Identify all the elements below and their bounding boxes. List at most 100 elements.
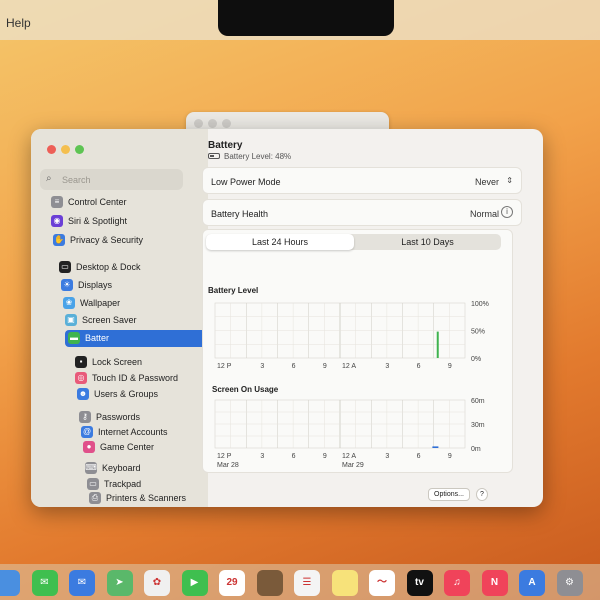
zoom-button[interactable] [75,145,84,154]
tab-last-10-days[interactable]: Last 10 Days [354,234,501,250]
app-store-icon[interactable]: A [519,570,545,596]
apple-tv-icon[interactable]: tv [406,570,433,596]
system-settings-icon[interactable]: ⚙ [556,570,583,596]
messages-icon[interactable]: ✉ [31,570,58,596]
at-icon: @ [81,426,93,438]
tab-last-24-hours[interactable]: Last 24 Hours [206,234,354,250]
notes-app-icon[interactable] [256,570,283,596]
news-icon[interactable]: N [481,570,508,596]
chevron-updown-icon[interactable]: ⇕ [506,176,513,185]
sidebar-item-label: Displays [78,280,113,290]
low-power-mode-label: Low Power Mode [211,177,281,187]
minimize-button[interactable] [61,145,70,154]
sidebar-item-label: Users & Groups [94,389,159,399]
sidebar-item-label: Touch ID & Password [92,373,179,383]
siri-icon: ◉ [51,215,63,227]
sidebar-item-label: Screen Saver [82,315,137,325]
dock-icon: ▭ [59,261,71,273]
help-menu[interactable]: Help [6,16,31,30]
battery-health-value: Normal [469,209,499,219]
options-button[interactable]: Options... [428,488,470,501]
help-button[interactable]: ? [476,488,488,501]
sidebar-item-label: Printers & Scanners [106,493,187,503]
x-tick-label: 6 [417,363,421,370]
low-power-mode-popup[interactable]: Never [475,177,499,187]
close-button[interactable] [47,145,56,154]
x-tick-label: 6 [292,453,296,460]
x-tick-label: 12 A [342,453,356,460]
freeform-icon[interactable]: 〜 [369,570,395,596]
hand-icon: ✋ [53,234,65,246]
notes-icon[interactable] [331,570,358,596]
sidebar-item-label: Internet Accounts [98,427,168,437]
battery-level-chart-title: Battery Level [208,286,259,295]
sidebar: ⌕ Search ≡ Control Center ◉ Siri & Spotligh… [31,129,208,507]
wallpaper-icon: ❀ [63,297,75,309]
x-tick-label: 6 [417,453,421,460]
sidebar-item-label: Siri & Spotlight [68,216,128,226]
x-tick-label: 3 [385,453,389,460]
x-tick-label: 9 [323,453,327,460]
y-tick-label: 0% [471,356,481,363]
screen-on-usage-chart: 60m 30m 0m 12 P 3 6 9 12 A 3 6 9 Mar 28 Mar 29 [214,398,485,469]
x-tick-label: 6 [292,363,296,370]
printer-icon: ⎙ [89,492,101,504]
low-power-mode-row: Low Power Mode Never ⇕ [202,167,522,194]
photos-icon[interactable]: ✿ [144,570,170,596]
y-tick-label: 60m [471,398,485,405]
x-tick-label: 9 [323,363,327,370]
music-icon[interactable]: ♫ [444,570,470,596]
control-center-icon: ≡ [51,196,63,208]
x-tick-label: 12 A [342,363,356,370]
time-range-segmented-control: Last 24 Hours Last 10 Days [206,234,501,250]
sidebar-item-label: Wallpaper [80,298,121,308]
y-tick-label: 30m [471,422,485,429]
battery-health-label: Battery Health [211,209,269,219]
x-tick-label: 12 P [217,363,232,370]
keyboard-icon: ⌨ [85,462,97,474]
calendar-icon[interactable]: 29 [219,570,245,596]
page-title: Battery [208,140,243,151]
search-field[interactable]: ⌕ Search [40,169,183,190]
system-settings-window: ⌕ Search ≡ Control Center ◉ Siri & Spotligh… [31,129,543,507]
mail-icon[interactable]: ✉ [69,570,95,596]
x-tick-label: 3 [385,363,389,370]
sidebar-item-battery[interactable]: ▬ Batter [65,330,208,347]
data-bar [432,446,439,448]
y-tick-label: 0m [471,446,481,453]
battery-level-chart: 100% 50% 0% 12 P 3 6 9 12 A 3 6 9 [214,301,489,370]
info-icon[interactable]: i [501,206,513,218]
key-icon: ⚷ [79,411,91,423]
window-button-icon [222,119,231,128]
x-tick-label: 12 P [217,453,232,460]
x-tick-label: 3 [260,453,264,460]
date-label: Mar 28 [217,462,239,469]
fingerprint-icon: ◎ [75,372,87,384]
sidebar-item-label: Batter [85,333,110,343]
camera-notch [218,0,394,36]
sidebar-item-label: Privacy & Security [70,235,144,245]
reminders-icon[interactable]: ☰ [294,570,320,596]
x-tick-label: 3 [260,363,264,370]
usage-history-panel: Last 24 Hours Last 10 Days Battery Level… [202,229,513,473]
dock: ✉ ✉ ➤ ✿ ▶ 29 ☰ 〜 tv ♫ N A ⚙ [0,564,600,600]
x-tick-label: 9 [448,453,452,460]
maps-icon[interactable]: ➤ [106,570,133,596]
search-placeholder: Search [62,175,91,185]
sidebar-item-label: Trackpad [104,479,142,489]
window-button-icon [208,119,217,128]
facetime-icon[interactable]: ▶ [181,570,208,596]
game-center-icon: ● [83,441,95,453]
battery-level-text: Battery Level: 48% [224,152,292,161]
y-tick-label: 50% [471,329,485,336]
sidebar-item-label: Lock Screen [92,357,143,367]
battery-health-row: Battery Health Normal i [202,199,522,226]
x-tick-label: 9 [448,363,452,370]
window-button-icon [194,119,203,128]
finder-icon[interactable] [0,570,20,596]
y-tick-label: 100% [471,301,489,308]
screen-saver-icon: ▣ [65,314,77,326]
lock-screen-icon: ▪ [75,356,87,368]
sidebar-item-label: Keyboard [102,463,141,473]
sidebar-item-label: Control Center [68,197,127,207]
